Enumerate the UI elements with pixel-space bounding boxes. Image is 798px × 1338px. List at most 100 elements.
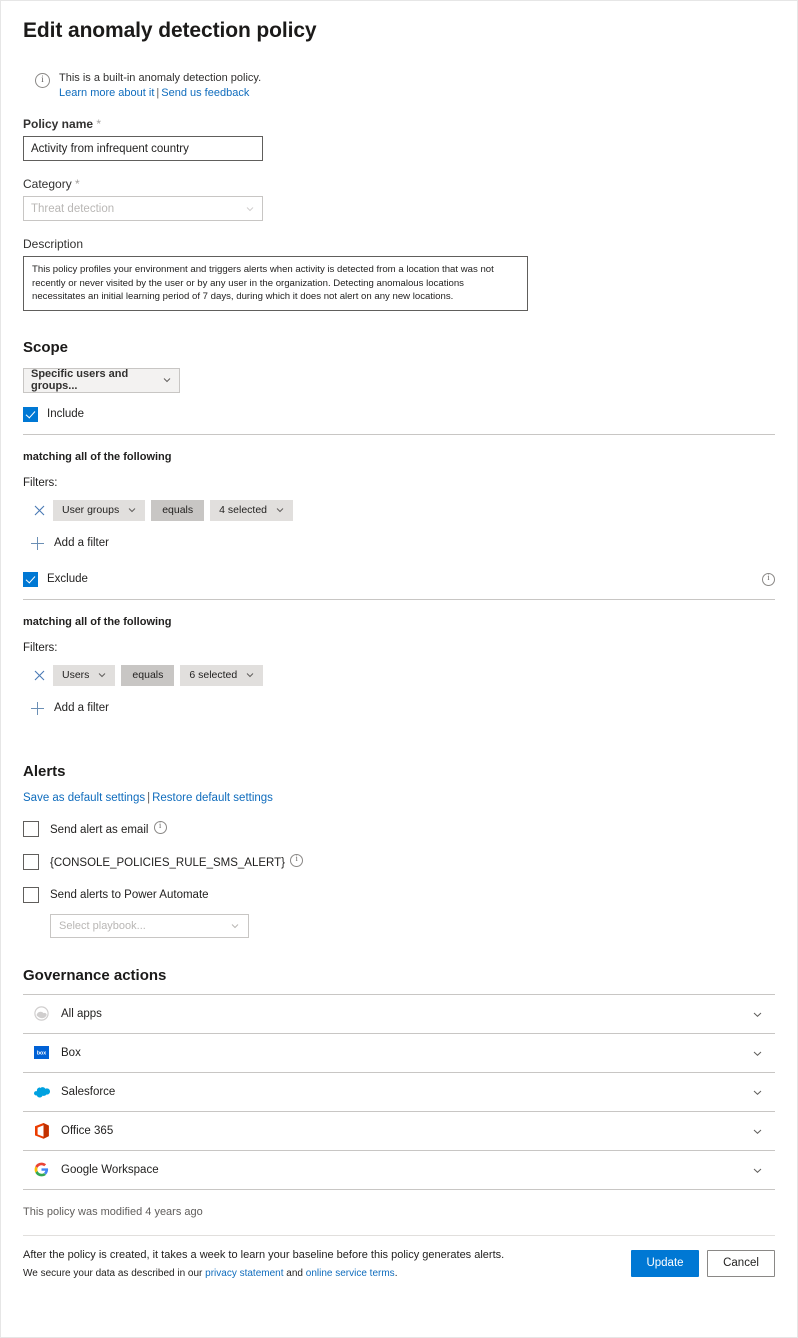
- include-checkbox-row[interactable]: Include: [23, 406, 775, 422]
- restore-default-settings-link[interactable]: Restore default settings: [152, 792, 273, 804]
- exclude-filters-label: Filters:: [23, 641, 58, 654]
- footer-secure-mid: and: [283, 1267, 306, 1279]
- playbook-select[interactable]: Select playbook...: [50, 913, 249, 938]
- builtin-policy-banner: This is a built-in anomaly detection pol…: [35, 71, 775, 101]
- include-filter-value-label: 4 selected: [219, 504, 268, 516]
- exclude-add-filter-button[interactable]: Add a filter: [23, 701, 775, 715]
- include-filter-value[interactable]: 4 selected: [210, 499, 294, 521]
- include-checkbox[interactable]: [23, 406, 38, 422]
- chevron-down-icon: [128, 506, 136, 514]
- policy-name-label-text: Policy name: [23, 117, 94, 131]
- svg-text:box: box: [37, 1051, 46, 1057]
- send-alert-email-text: Send alert as email: [50, 824, 149, 836]
- send-feedback-link[interactable]: Send us feedback: [161, 87, 249, 99]
- remove-filter-icon[interactable]: [31, 667, 47, 683]
- save-default-settings-link[interactable]: Save as default settings: [23, 792, 145, 804]
- include-add-filter-button[interactable]: Add a filter: [23, 536, 775, 550]
- info-icon[interactable]: [290, 853, 304, 867]
- send-alert-email-checkbox[interactable]: [23, 820, 39, 837]
- page-title: Edit anomaly detection policy: [23, 19, 317, 42]
- chevron-down-icon: [231, 922, 239, 930]
- footer-privacy-line: We secure your data as described in our …: [23, 1268, 504, 1279]
- alerts-heading: Alerts: [23, 762, 66, 780]
- category-select[interactable]: Threat detection: [23, 196, 263, 221]
- banner-text: This is a built-in anomaly detection pol…: [59, 72, 262, 84]
- footer-note: After the policy is created, it takes a …: [23, 1248, 505, 1261]
- footer: After the policy is created, it takes a …: [23, 1236, 775, 1279]
- exclude-info-icon[interactable]: [762, 572, 775, 586]
- include-filter-operator[interactable]: equals: [151, 499, 205, 521]
- governance-row-all-apps[interactable]: All apps: [23, 995, 775, 1034]
- governance-label: All apps: [61, 1007, 102, 1020]
- sms-alert-text: {CONSOLE_POLICIES_RULE_SMS_ALERT}: [50, 857, 286, 869]
- scope-selector[interactable]: Specific users and groups...: [23, 367, 180, 393]
- description-label: Description: [23, 237, 84, 251]
- edit-policy-page: Edit anomaly detection policy This is a …: [0, 0, 798, 1338]
- power-automate-label: Send alerts to Power Automate: [50, 888, 209, 901]
- exclude-add-filter-label: Add a filter: [54, 702, 109, 714]
- governance-list: All apps box Box Salesforce Office 365 G…: [23, 993, 775, 1190]
- update-button[interactable]: Update: [631, 1249, 699, 1277]
- exclude-checkbox-row[interactable]: Exclude: [23, 571, 88, 587]
- include-divider: [23, 433, 775, 435]
- cancel-button[interactable]: Cancel: [707, 1249, 775, 1277]
- alerts-default-links: Save as default settings | Restore default…: [23, 792, 775, 804]
- send-alert-email-row[interactable]: Send alert as email: [23, 820, 775, 837]
- category-label-text: Category: [23, 177, 72, 191]
- privacy-statement-link[interactable]: privacy statement: [205, 1268, 283, 1279]
- chevron-down-icon[interactable]: [753, 1010, 762, 1018]
- category-required: *: [75, 177, 80, 191]
- info-icon[interactable]: [153, 820, 167, 834]
- chevron-down-icon[interactable]: [753, 1088, 762, 1096]
- governance-row-box[interactable]: box Box: [23, 1034, 775, 1073]
- exclude-label: Exclude: [47, 573, 88, 585]
- remove-filter-icon[interactable]: [31, 502, 47, 518]
- governance-label: Salesforce: [61, 1085, 116, 1098]
- office365-icon: [33, 1122, 50, 1139]
- chevron-down-icon: [246, 205, 254, 213]
- include-filter-row: User groups equals 4 selected: [23, 499, 775, 521]
- policy-name-label: Policy name *: [23, 117, 775, 131]
- category-label: Category *: [23, 177, 775, 191]
- chevron-down-icon[interactable]: [753, 1049, 762, 1057]
- governance-label: Office 365: [61, 1124, 114, 1137]
- governance-row-office365[interactable]: Office 365: [23, 1112, 775, 1151]
- governance-row-salesforce[interactable]: Salesforce: [23, 1073, 775, 1112]
- box-icon: box: [33, 1044, 50, 1061]
- playbook-placeholder: Select playbook...: [59, 919, 146, 932]
- exclude-divider: [23, 598, 775, 600]
- learn-more-link[interactable]: Learn more about it: [59, 87, 154, 99]
- policy-name-input[interactable]: [23, 136, 263, 161]
- chevron-down-icon[interactable]: [753, 1166, 762, 1174]
- modified-text: This policy was modified 4 years ago: [23, 1205, 203, 1218]
- sms-alert-label: {CONSOLE_POLICIES_RULE_SMS_ALERT}: [50, 853, 304, 869]
- governance-label: Google Workspace: [61, 1163, 159, 1176]
- exclude-filter-value[interactable]: 6 selected: [180, 664, 264, 686]
- power-automate-checkbox[interactable]: [23, 886, 39, 903]
- policy-name-required: *: [96, 117, 102, 131]
- sms-alert-checkbox[interactable]: [23, 853, 39, 870]
- governance-label: Box: [61, 1046, 81, 1059]
- exclude-filter-field[interactable]: Users: [53, 664, 116, 686]
- description-textarea[interactable]: This policy profiles your environment an…: [23, 256, 528, 311]
- exclude-checkbox[interactable]: [23, 571, 38, 587]
- exclude-filter-field-label: Users: [62, 669, 90, 681]
- exclude-filter-operator[interactable]: equals: [121, 664, 175, 686]
- exclude-filter-value-label: 6 selected: [189, 669, 238, 681]
- plus-icon: [31, 701, 44, 715]
- exclude-matching-text: matching all of the following: [23, 615, 172, 628]
- chevron-down-icon[interactable]: [753, 1127, 762, 1135]
- include-matching-text: matching all of the following: [23, 450, 172, 463]
- sms-alert-row[interactable]: {CONSOLE_POLICIES_RULE_SMS_ALERT}: [23, 853, 775, 870]
- include-filter-field[interactable]: User groups: [53, 499, 146, 521]
- salesforce-icon: [33, 1083, 50, 1100]
- power-automate-row[interactable]: Send alerts to Power Automate: [23, 886, 775, 903]
- plus-icon: [31, 536, 44, 550]
- include-add-filter-label: Add a filter: [54, 537, 109, 549]
- include-label: Include: [47, 408, 85, 420]
- footer-secure-prefix: We secure your data as described in our: [23, 1267, 206, 1279]
- chevron-down-icon: [246, 671, 254, 679]
- online-service-terms-link[interactable]: online service terms: [306, 1268, 395, 1279]
- all-apps-icon: [33, 1005, 50, 1022]
- governance-row-google-workspace[interactable]: Google Workspace: [23, 1151, 775, 1190]
